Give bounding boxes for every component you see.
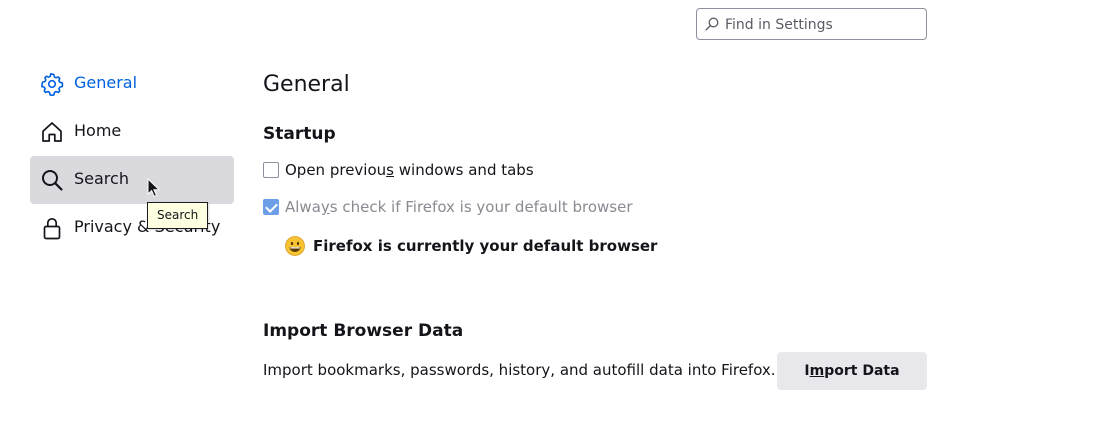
open-previous-windows-checkbox[interactable] — [263, 162, 279, 178]
import-data-button[interactable]: Import Data — [777, 352, 927, 390]
mouse-cursor-icon — [147, 178, 161, 198]
default-browser-status-text: Firefox is currently your default browse… — [313, 237, 658, 255]
page-title: General — [263, 72, 350, 97]
open-previous-windows-checkbox-row[interactable]: Open previous windows and tabs — [263, 160, 534, 180]
always-check-default-label: Always check if Firefox is your default … — [285, 198, 633, 216]
sidebar-tooltip: Search — [147, 202, 209, 229]
startup-heading: Startup — [263, 124, 336, 144]
import-browser-data-description: Import bookmarks, passwords, history, an… — [263, 361, 776, 379]
open-previous-windows-label: Open previous windows and tabs — [285, 161, 534, 179]
lock-icon — [43, 217, 61, 240]
settings-main-panel: General Startup Open previous windows an… — [263, 0, 933, 432]
sidebar-item-home[interactable]: Home — [30, 108, 234, 156]
home-icon — [42, 122, 62, 142]
always-check-default-checkbox-row: Always check if Firefox is your default … — [263, 197, 632, 217]
sidebar-item-general[interactable]: General — [30, 60, 234, 108]
sidebar-item-label: Search — [74, 169, 129, 188]
sidebar-item-label: Home — [74, 121, 122, 140]
always-check-default-checkbox — [263, 199, 279, 215]
import-browser-data-heading: Import Browser Data — [263, 321, 464, 341]
sidebar-item-search[interactable]: Search — [30, 156, 234, 204]
default-browser-status: Firefox is currently your default browse… — [285, 236, 657, 256]
search-icon — [42, 170, 63, 191]
sidebar-item-label: General — [74, 73, 138, 92]
gear-icon — [41, 73, 64, 96]
grinning-face-icon — [285, 236, 305, 256]
